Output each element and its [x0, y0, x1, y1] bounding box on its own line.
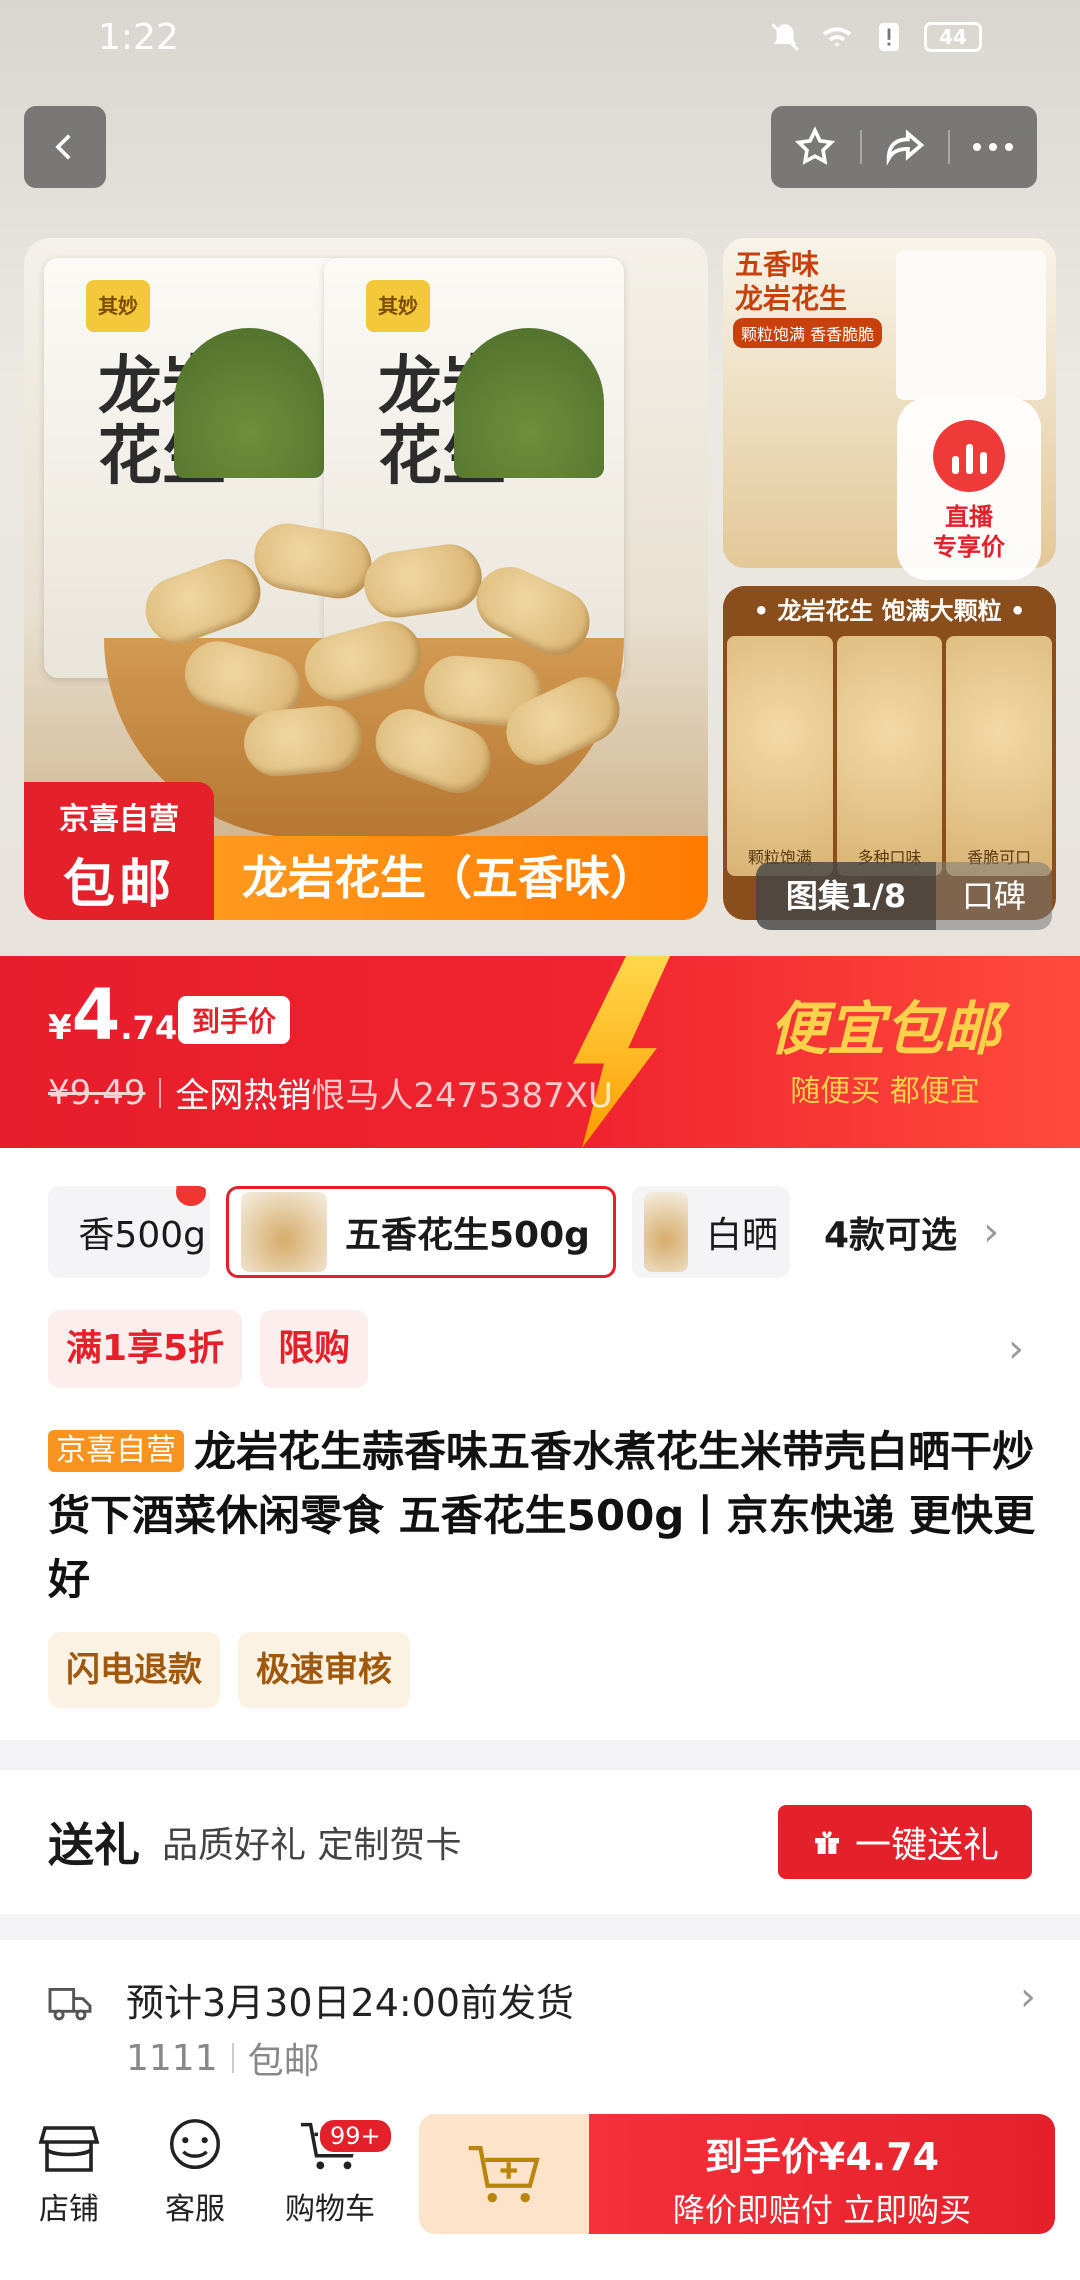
gift-icon — [814, 1831, 839, 1854]
gallery-counter[interactable]: 图集1/8 口碑 — [756, 862, 1052, 930]
service-tag: 极速审核 — [238, 1632, 410, 1708]
badge-line2: 包邮 — [62, 855, 175, 915]
service-tags: 闪电退款 极速审核 — [48, 1632, 410, 1708]
sku-option[interactable]: 白晒 — [632, 1186, 790, 1278]
chevron-right-icon[interactable]: › — [983, 1209, 999, 1255]
shop-label: 店铺 — [39, 2192, 99, 2227]
gift-row: 送礼 品质好礼 定制贺卡 一键送礼 — [0, 1770, 1080, 1914]
bag-brand: 其妙 — [366, 280, 430, 332]
final-price-tag: 到手价 — [178, 996, 291, 1044]
promotions-row[interactable]: 满1享5折 限购 › — [48, 1310, 1048, 1388]
service-tag: 闪电退款 — [48, 1632, 220, 1708]
promo-slogan: 便宜包邮 随便买 都便宜 — [720, 996, 1050, 1110]
thumb-title: 五香味 龙岩花生 — [735, 248, 848, 315]
price-sub: ¥9.49 全网热销 恨马人2475387XU — [48, 1068, 613, 1117]
more-dots-icon — [972, 143, 1013, 151]
sku-thumbnail — [644, 1192, 688, 1272]
battery-indicator: 44 — [924, 22, 982, 52]
sku-label: 香500g — [78, 1215, 206, 1256]
sku-label: 白晒 — [705, 1215, 778, 1256]
customer-service-button[interactable]: 客服 — [150, 2116, 240, 2228]
wifi-icon — [822, 27, 852, 47]
thumb-header: • 龙岩花生 饱满大颗粒 • — [723, 586, 1056, 636]
promo-title: 便宜包邮 — [768, 995, 1001, 1063]
live-price-button[interactable]: 直播 专享价 — [897, 398, 1041, 580]
status-time: 1:22 — [98, 16, 179, 58]
back-button[interactable] — [24, 106, 106, 188]
shop-icon — [38, 2126, 100, 2172]
truck-icon — [48, 1988, 92, 2021]
self-operated-badge: 京喜自营 包邮 — [24, 782, 214, 920]
service-label: 客服 — [165, 2192, 225, 2227]
sku-label: 五香花生500g — [345, 1215, 590, 1256]
free-shipping-label: 包邮 — [247, 2041, 320, 2082]
more-button[interactable] — [948, 106, 1037, 188]
sku-option[interactable]: 香500g — [48, 1186, 210, 1278]
main-product-image[interactable]: 其妙 龙岩花生 其妙 龙岩花生 京喜自营 包邮 龙岩花生（五香味） — [24, 238, 708, 920]
peanuts-image — [124, 488, 631, 803]
watermark-text: 恨马人2475387XU — [311, 1076, 613, 1116]
send-gift-label: 一键送礼 — [854, 1825, 999, 1866]
status-bar: 1:22 44 — [0, 0, 1080, 74]
reviews-tab[interactable]: 口碑 — [936, 862, 1052, 930]
star-icon — [795, 126, 836, 165]
sku-count[interactable]: 4款可选 — [824, 1206, 957, 1258]
final-price: ¥ 4 .74 — [48, 980, 177, 1050]
original-price: ¥9.49 — [48, 1072, 146, 1113]
promo-discount: 满1享5折 — [48, 1310, 243, 1388]
price-banner: ¥ 4 .74 到手价 ¥9.49 全网热销 恨马人2475387XU 便宜包邮… — [0, 956, 1080, 1148]
bag-brand: 其妙 — [86, 280, 150, 332]
gallery-count-label[interactable]: 图集1/8 — [756, 862, 936, 930]
shop-button[interactable]: 店铺 — [24, 2116, 114, 2228]
delivery-code: 1111 — [126, 2037, 218, 2079]
live-bars-icon — [933, 420, 1005, 492]
share-arrow-icon — [886, 129, 925, 166]
product-title-text: 龙岩花生蒜香味五香水煮花生米带壳白晒干炒货下酒菜休闲零食 五香花生500g丨京东… — [48, 1427, 1035, 1604]
add-to-cart-button[interactable] — [419, 2114, 589, 2234]
price-currency: ¥ — [48, 1008, 72, 1048]
top-actions — [771, 106, 1037, 188]
image-banner: 龙岩花生（五香味） — [214, 836, 708, 920]
share-button[interactable] — [859, 106, 949, 188]
product-info-card: 香500g 五香花生500g 白晒 4款可选 › 满1享5折 限购 › 京喜自营… — [0, 1148, 1080, 1740]
cart-count-badge: 99+ — [318, 2118, 393, 2154]
gift-subtitle: 品质好礼 定制贺卡 — [162, 1825, 462, 1866]
sku-selector[interactable]: 香500g 五香花生500g 白晒 4款可选 › — [48, 1186, 1080, 1278]
promo-subtitle: 随便买 都便宜 — [790, 1074, 980, 1109]
delivery-row[interactable]: 预计3月30日24:00前发货 1111 包邮 › — [0, 1940, 1080, 2082]
hot-sale-text: 全网热销 — [175, 1076, 312, 1116]
delivery-sub: 1111 包邮 — [126, 2032, 320, 2084]
chat-face-icon — [170, 2119, 220, 2170]
bottom-action-bar: 店铺 客服 购物车 99+ 到手价¥4.74 降价即赔付 立即购买 — [0, 2080, 1080, 2280]
product-title: 京喜自营 龙岩花生蒜香味五香水煮花生米带壳白晒干炒货下酒菜休闲零食 五香花生500… — [48, 1420, 1038, 1612]
mute-bell-icon — [771, 23, 799, 51]
sku-option-selected[interactable]: 五香花生500g — [226, 1186, 616, 1278]
badge-line1: 京喜自营 — [59, 802, 179, 837]
chevron-left-icon — [55, 134, 71, 160]
product-gallery[interactable]: 1:22 44 其妙 龙岩花生 其妙 龙岩花生 京喜自营 包邮 龙岩花生（五香味… — [0, 0, 1080, 958]
buy-price-label: 到手价¥4.74 — [704, 2135, 940, 2179]
thumb-subtitle: 颗粒饱满 香香脆脆 — [733, 318, 883, 348]
alert-icon — [879, 22, 899, 52]
lightning-icon — [573, 956, 670, 1148]
delivery-estimate: 预计3月30日24:00前发货 — [126, 1981, 575, 2025]
hot-flame-icon — [176, 1186, 206, 1206]
cart-label: 购物车 — [285, 2192, 375, 2227]
buy-now-button[interactable]: 到手价¥4.74 降价即赔付 立即购买 — [589, 2114, 1055, 2234]
price-decimal: .74 — [120, 1009, 178, 1047]
promo-limit: 限购 — [260, 1310, 369, 1388]
favorite-button[interactable] — [771, 106, 860, 188]
sku-thumbnail — [241, 1192, 327, 1272]
chevron-right-icon[interactable]: › — [1008, 1326, 1024, 1372]
price-integer: 4 — [71, 974, 121, 1056]
add-cart-icon — [468, 2146, 540, 2203]
buy-sub-label: 降价即赔付 立即购买 — [672, 2191, 972, 2229]
gift-title: 送礼 — [48, 1818, 140, 1872]
live-label: 直播 专享价 — [933, 503, 1005, 561]
self-operated-tag: 京喜自营 — [48, 1430, 184, 1472]
chevron-right-icon[interactable]: › — [1020, 1974, 1036, 2020]
send-gift-button[interactable]: 一键送礼 — [778, 1805, 1032, 1879]
